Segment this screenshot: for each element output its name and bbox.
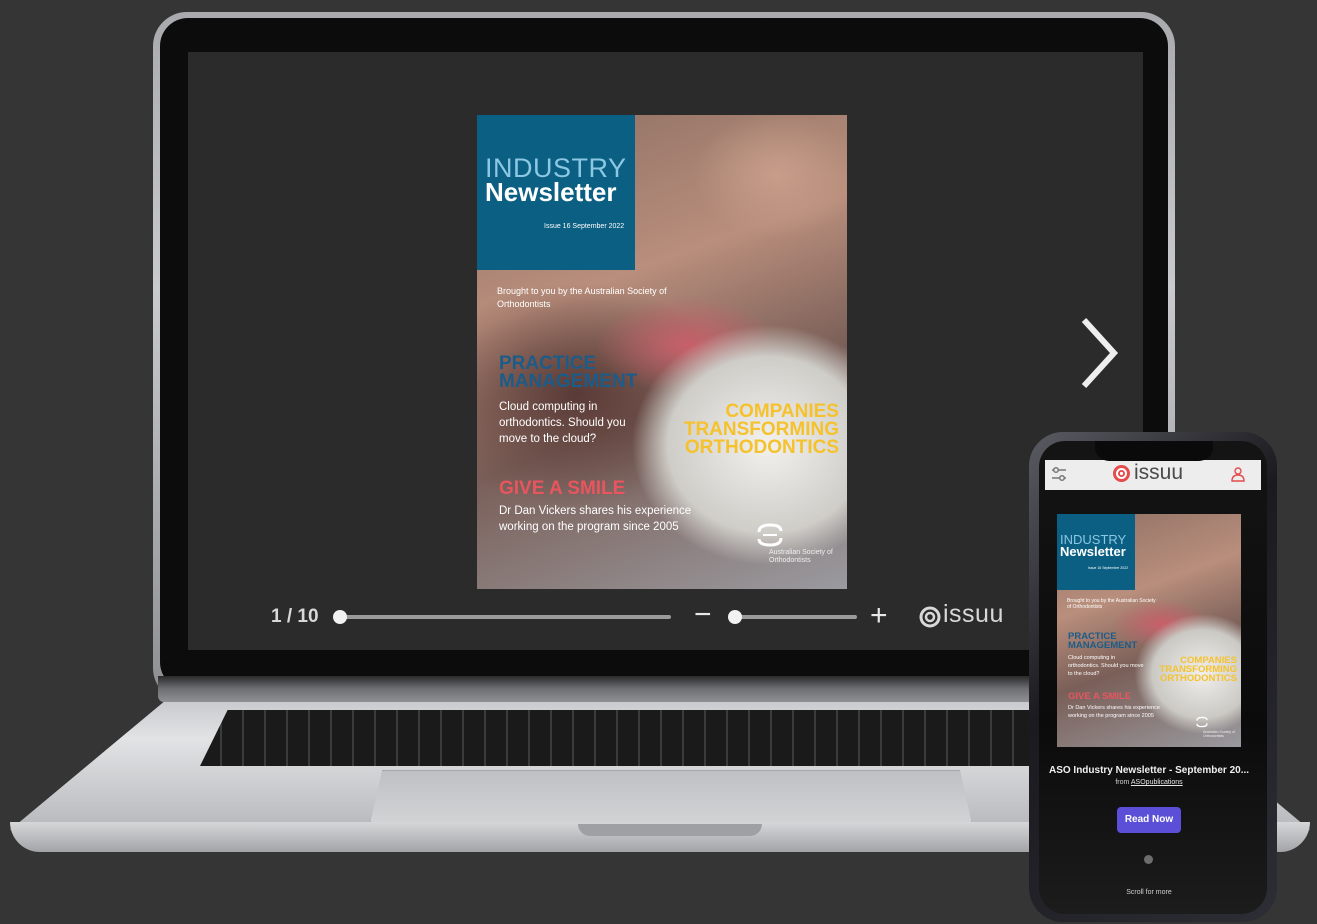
cover-issue: Issue 16 September 2022 xyxy=(544,223,625,230)
aso-logo-icon xyxy=(1196,716,1208,728)
document-title[interactable]: ASO Industry Newsletter - September 20..… xyxy=(1045,765,1253,776)
cover-body-practice: Cloud computing in orthodontics. Should … xyxy=(499,401,626,445)
phone-cover-headline-companies: COMPANIES TRANSFORMING ORTHODONTICS xyxy=(1159,655,1237,684)
scroll-hint: Scroll for more xyxy=(1126,889,1172,896)
phone-cover-body-smile: Dr Dan Vickers shares his experience wor… xyxy=(1068,705,1160,719)
page-scrubber-track[interactable] xyxy=(335,615,671,619)
phone-cover-body-practice: Cloud computing in orthodontics. Should … xyxy=(1068,655,1144,677)
zoom-slider-handle[interactable] xyxy=(728,610,742,624)
cover-headline-practice: PRACTICE MANAGEMENT xyxy=(499,353,638,392)
phone-magazine-cover[interactable]: INDUSTRY Newsletter Issue 16 September 2… xyxy=(1057,514,1241,747)
read-now-button[interactable]: Read Now xyxy=(1117,807,1181,833)
cover-headline-companies: COMPANIES TRANSFORMING ORTHODONTICS xyxy=(683,401,839,458)
phone-notch xyxy=(1095,441,1213,461)
phone-cover-brought-by: Brought to you by the Australian Society… xyxy=(1067,598,1156,610)
phone-issuu-wordmark[interactable]: issuu xyxy=(1134,461,1183,485)
issuu-logo-icon[interactable] xyxy=(919,606,941,628)
issuu-wordmark[interactable]: issuu xyxy=(943,600,1004,629)
laptop-trackpad xyxy=(370,770,972,824)
cover-body-smile: Dr Dan Vickers shares his experience wor… xyxy=(499,505,692,533)
chevron-right-icon[interactable] xyxy=(1074,316,1124,390)
phone-cover-issue: Issue 16 September 2022 xyxy=(1088,566,1129,570)
cover-publisher-mark: Australian Society of Orthodontists xyxy=(769,549,833,564)
user-icon[interactable] xyxy=(1230,466,1246,482)
aso-logo-icon xyxy=(757,523,783,547)
cover-brought-by: Brought to you by the Australian Society… xyxy=(497,286,667,309)
minus-icon[interactable]: − xyxy=(694,600,712,630)
settings-sliders-icon[interactable] xyxy=(1050,466,1068,482)
scroll-dot xyxy=(1144,855,1153,864)
publisher-link[interactable]: ASOpublications xyxy=(1131,779,1183,786)
zoom-slider-track[interactable] xyxy=(731,615,857,619)
laptop-lip-notch xyxy=(578,824,762,836)
issuu-logo-icon[interactable] xyxy=(1112,464,1131,483)
magazine-cover[interactable]: INDUSTRY Newsletter Issue 16 September 2… xyxy=(477,115,847,589)
laptop-hinge xyxy=(158,676,1170,702)
plus-icon[interactable]: + xyxy=(870,601,888,631)
publisher-line: from ASOpublications xyxy=(1045,779,1253,786)
phone-cover-headline-smile: GIVE A SMILE xyxy=(1068,691,1132,702)
cover-title-newsletter: Newsletter xyxy=(485,177,617,207)
phone-cover-title-newsletter: Newsletter xyxy=(1060,544,1126,559)
page-counter: 1 / 10 xyxy=(271,606,319,627)
laptop-keyboard xyxy=(200,710,1120,766)
from-label: from xyxy=(1115,779,1130,786)
page-scrubber-handle[interactable] xyxy=(333,610,347,624)
phone-cover-headline-practice: PRACTICE MANAGEMENT xyxy=(1068,631,1138,651)
phone-cover-publisher-mark: Australian Society of Orthodontists xyxy=(1203,730,1235,738)
cover-headline-smile: GIVE A SMILE xyxy=(499,478,626,499)
